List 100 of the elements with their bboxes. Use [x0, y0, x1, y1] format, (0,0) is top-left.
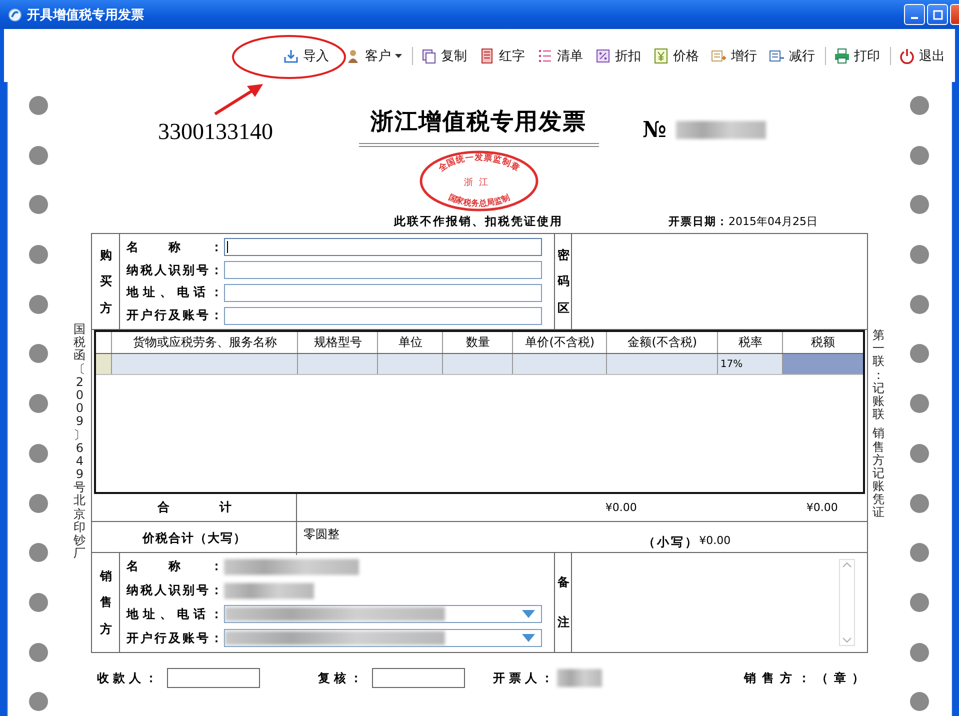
toolbar-button[interactable]: 折扣: [589, 46, 647, 64]
column-header: 税额: [810, 334, 836, 351]
punch-hole: [28, 592, 48, 612]
yen-icon: [653, 48, 669, 64]
seal-stamp: 全国统一发票监制章 浙江 国家税务总局监制: [418, 150, 538, 212]
input-field[interactable]: [224, 306, 542, 325]
amount-in-figures: ¥0.00: [699, 534, 731, 547]
punch-hole: [910, 195, 928, 214]
copy-icon: [421, 48, 437, 64]
payee-field[interactable]: [167, 668, 260, 688]
caret-icon: [395, 54, 402, 58]
punch-hole: [28, 344, 48, 364]
table-cell: 17%: [718, 354, 784, 374]
toolbar-button[interactable]: 价格: [647, 46, 705, 64]
toolbar-button[interactable]: 复制: [412, 46, 473, 64]
dropdown-arrow-icon: [522, 610, 536, 618]
punch-hole: [910, 294, 928, 314]
add-row-icon: [711, 48, 727, 64]
reviewer-field[interactable]: [372, 668, 465, 688]
input-field[interactable]: [224, 238, 542, 256]
punch-hole: [28, 146, 48, 165]
input-field[interactable]: [224, 261, 542, 280]
percent-icon: [595, 48, 611, 64]
dropdown-field[interactable]: [224, 605, 542, 624]
side-note: 第一联：记账联: [872, 329, 884, 422]
column-header: 税率: [718, 332, 784, 353]
punch-hole: [910, 642, 928, 662]
punch-hole: [910, 543, 928, 562]
dropdown-arrow-icon: [522, 634, 536, 642]
maximize-button[interactable]: [927, 4, 948, 25]
notice-text: 此联不作报销、扣税凭证使用: [392, 214, 564, 229]
toolbar-button[interactable]: 红字: [473, 46, 531, 64]
ledger-icon: [479, 48, 495, 64]
field-label: 纳税人识别号：: [125, 582, 222, 600]
list-icon: [537, 48, 553, 64]
punch-hole: [910, 692, 928, 712]
punch-hole: [28, 494, 48, 512]
toolbar-button[interactable]: 客户: [339, 46, 408, 64]
punch-hole: [28, 294, 48, 314]
minimize-button[interactable]: [904, 4, 925, 25]
toolbar-button[interactable]: 减行: [763, 46, 821, 64]
reviewer-label: 复核：: [318, 670, 366, 686]
blurred-text: [557, 669, 602, 687]
field-label: 地址、电话：: [125, 284, 222, 302]
window-title: 开具增值税专用发票: [27, 6, 144, 24]
punch-hole: [28, 195, 48, 214]
annotation-arrow: [213, 82, 265, 116]
side-note: 国税函〔2009〕649号北京印钞厂: [74, 323, 86, 560]
amount-in-words: 零圆整: [303, 526, 340, 543]
figure-label: （小写）: [643, 534, 700, 551]
issuer-label: 开票人：: [493, 670, 557, 686]
total-tax: ¥0.00: [805, 501, 839, 514]
field-label: 纳税人识别号：: [125, 262, 222, 279]
toolbar-button[interactable]: 退出: [890, 46, 951, 64]
scrollbar[interactable]: [838, 559, 855, 646]
field-label: 地址、电话：: [125, 606, 222, 623]
punch-hole: [910, 344, 928, 364]
punch-hole: [28, 642, 48, 662]
input-field[interactable]: [224, 284, 542, 302]
punch-hole: [910, 96, 928, 115]
field-label: 开户行及账号：: [125, 307, 222, 324]
punch-hole: [910, 444, 928, 463]
total-amount: ¥0.00: [605, 501, 638, 514]
invoice-title: 浙江增值税专用发票: [358, 106, 598, 147]
total-label: 合计: [92, 494, 298, 521]
printer-icon: [834, 48, 850, 64]
date-label: 开票日期：: [668, 214, 728, 229]
minimize-icon: [911, 16, 918, 18]
invoice-code: 3300133140: [158, 119, 273, 144]
punch-hole: [910, 146, 928, 165]
maximize-icon: [932, 10, 942, 20]
punch-hole: [28, 692, 48, 712]
section-heading: 备注: [557, 574, 570, 630]
scroll-up-icon[interactable]: [840, 560, 853, 570]
column-header: 规格型号: [298, 332, 378, 353]
field-label: 开户行及账号：: [125, 630, 222, 647]
column-header: 单位: [378, 332, 444, 353]
payee-label: 收款人：: [97, 670, 161, 686]
punch-hole: [910, 245, 928, 264]
app-icon: [8, 8, 22, 22]
toolbar-button[interactable]: 清单: [531, 46, 589, 64]
section-heading: 购买方: [100, 246, 112, 317]
column-header: 数量: [443, 332, 514, 353]
punch-hole: [28, 394, 48, 414]
toolbar-button[interactable]: 增行: [705, 46, 763, 64]
punch-hole: [910, 494, 928, 512]
section-heading: 密码区: [557, 246, 570, 317]
toolbar-button[interactable]: 打印: [825, 46, 886, 64]
person-icon: [345, 48, 361, 64]
power-icon: [899, 48, 915, 64]
table-row[interactable]: 17%: [96, 354, 863, 375]
punch-hole: [28, 96, 48, 115]
section-heading: 销售方: [100, 568, 112, 638]
import-icon: [283, 48, 299, 64]
column-header: 货物或应税劳务、服务名称: [112, 332, 298, 353]
dropdown-field[interactable]: [224, 629, 542, 648]
scroll-down-icon[interactable]: [840, 635, 853, 645]
punch-hole: [28, 543, 48, 562]
column-header: 单价(不含税): [513, 332, 608, 353]
punch-hole: [28, 245, 48, 264]
